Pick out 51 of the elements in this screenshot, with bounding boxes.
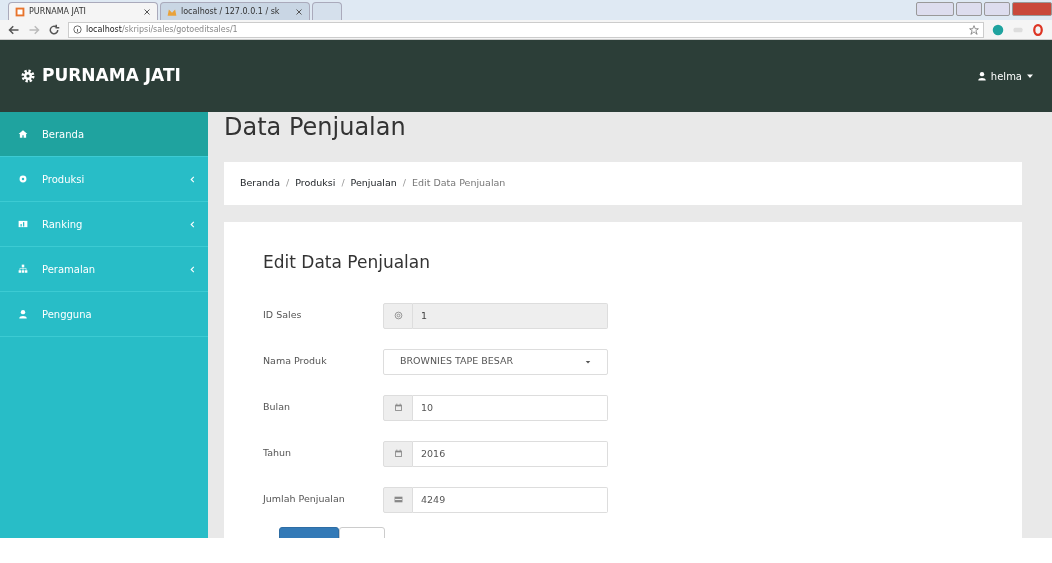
page-icon — [15, 6, 25, 17]
home-icon — [18, 129, 28, 139]
at-icon — [393, 311, 403, 320]
url-text: localhost/skripsi/sales/gotoeditsales/1 — [86, 23, 238, 36]
opera-icon[interactable] — [1032, 23, 1044, 36]
form-title: Edit Data Penjualan — [263, 251, 432, 274]
gear-icon — [18, 174, 28, 184]
address-bar[interactable]: localhost/skripsi/sales/gotoeditsales/1 — [68, 21, 984, 38]
close-icon[interactable] — [143, 7, 151, 16]
new-tab-button[interactable] — [312, 2, 342, 20]
caret-icon — [1026, 72, 1034, 80]
field-label: Tahun — [263, 446, 293, 461]
user-icon — [18, 309, 28, 319]
browser-tab[interactable]: localhost / 127.0.0.1 / sk — [160, 2, 310, 20]
calendar-icon — [393, 403, 403, 412]
breadcrumb-link[interactable]: Penjualan — [350, 176, 397, 191]
reload-icon[interactable] — [48, 23, 60, 36]
extension-icon[interactable] — [992, 23, 1004, 36]
chart-icon — [18, 219, 28, 229]
sitemap-icon — [18, 264, 28, 274]
user-menu[interactable]: helma — [976, 68, 1034, 84]
breadcrumb-link[interactable]: Produksi — [295, 176, 336, 191]
back-icon[interactable] — [8, 23, 20, 36]
info-icon — [73, 25, 82, 34]
breadcrumb-separator: / — [285, 176, 290, 191]
card-icon — [393, 495, 403, 504]
breadcrumb-link[interactable]: Beranda — [240, 176, 280, 191]
input-field[interactable]: 2016 — [413, 440, 608, 467]
minimize-button[interactable] — [956, 2, 982, 16]
input-field[interactable]: 4249 — [413, 486, 608, 513]
brand-name: PURNAMA JATI — [42, 64, 181, 88]
forward-icon[interactable] — [28, 23, 40, 36]
star-icon[interactable] — [969, 24, 979, 35]
close-button[interactable] — [1012, 2, 1052, 16]
browser-tab[interactable]: PURNAMA JATI — [8, 2, 158, 20]
breadcrumb-separator: / — [341, 176, 345, 191]
field-label: Bulan — [263, 400, 292, 415]
gear-icon — [20, 68, 36, 84]
caret-icon — [585, 358, 591, 365]
close-icon[interactable] — [295, 7, 303, 16]
field-label: Nama Produk — [263, 354, 328, 369]
field-label: Jumlah Penjualan — [263, 492, 346, 507]
product-select[interactable]: BROWNIES TAPE BESAR — [383, 348, 608, 375]
profile-button[interactable] — [916, 2, 954, 16]
maximize-button[interactable] — [984, 2, 1010, 16]
page-title: Data Penjualan — [224, 112, 407, 143]
user-icon — [976, 71, 987, 81]
input-field[interactable]: 10 — [413, 394, 608, 421]
calendar-icon — [393, 449, 403, 458]
breadcrumb-separator: / — [402, 176, 407, 191]
field-label: ID Sales — [263, 308, 303, 323]
